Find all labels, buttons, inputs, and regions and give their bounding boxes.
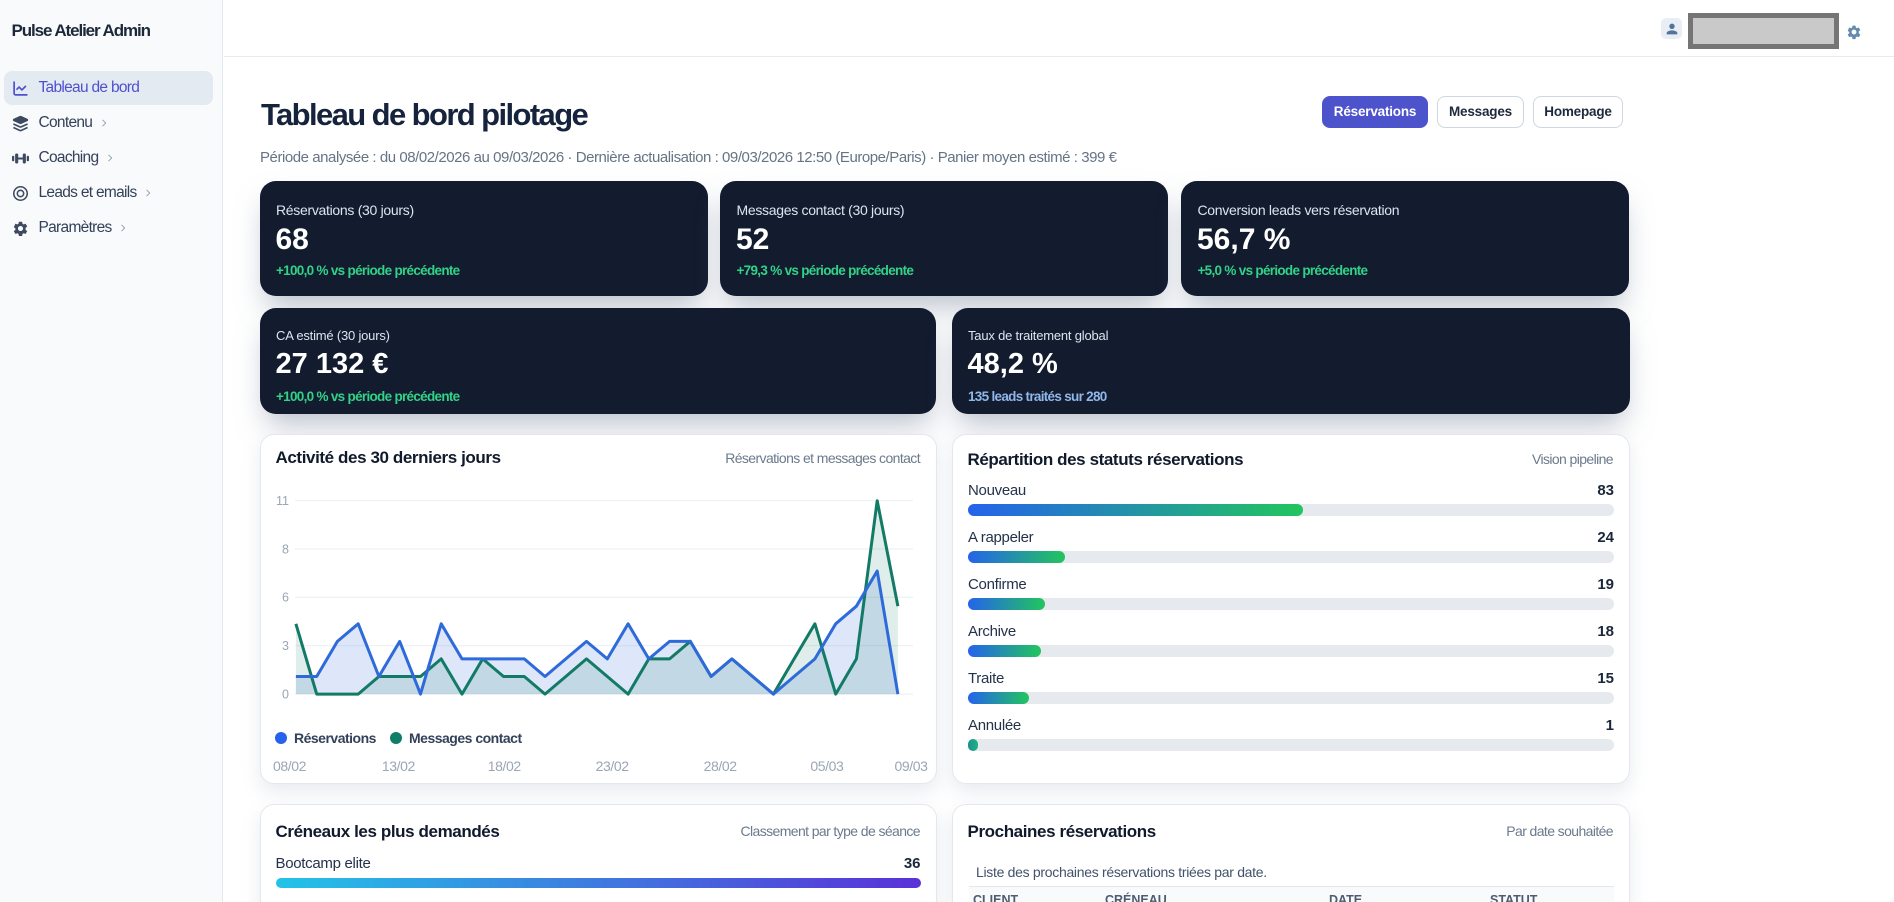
svg-text:11: 11: [276, 494, 289, 508]
svg-text:0: 0: [282, 687, 289, 701]
svg-text:8: 8: [282, 542, 289, 556]
svg-text:3: 3: [282, 639, 289, 653]
svg-text:6: 6: [282, 590, 289, 604]
